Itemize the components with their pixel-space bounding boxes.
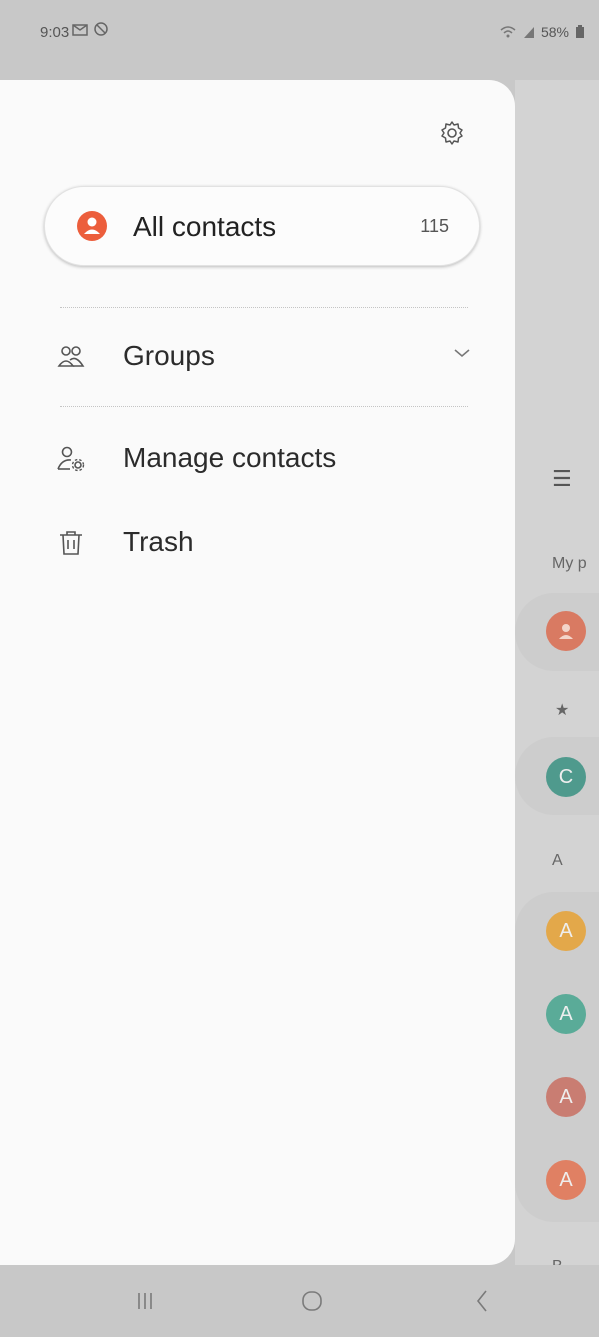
- back-button[interactable]: [452, 1283, 512, 1319]
- contacts-list-background: ☰ My p ★ C A A A A A B: [515, 80, 599, 1265]
- system-status: 58%: [499, 24, 585, 40]
- signal-icon: [523, 27, 534, 38]
- manage-contacts-label: Manage contacts: [123, 442, 337, 473]
- navigation-drawer: All contacts 115 Groups Manage contacts: [0, 80, 515, 1265]
- profile-avatar: [546, 611, 586, 651]
- manage-contacts-icon: [57, 446, 85, 472]
- trash-menu-item[interactable]: Trash: [56, 514, 476, 574]
- status-time: 9:03: [40, 24, 70, 41]
- contact-avatar: A: [546, 911, 586, 951]
- all-contacts-count: 115: [420, 216, 449, 236]
- recent-apps-button[interactable]: [115, 1283, 175, 1319]
- manage-contacts-menu-item[interactable]: Manage contacts: [56, 430, 476, 490]
- notification-icons: [72, 22, 108, 39]
- contact-avatar: C: [546, 757, 586, 797]
- groups-icon: [57, 346, 85, 367]
- gear-icon: [441, 121, 463, 145]
- system-navigation-bar: [0, 1265, 599, 1337]
- home-button[interactable]: [282, 1283, 342, 1319]
- message-icon: [72, 24, 88, 36]
- battery-icon: [576, 25, 584, 38]
- person-icon: [559, 624, 573, 639]
- trash-icon: [60, 531, 82, 555]
- battery-percent: 58%: [540, 24, 569, 40]
- favorites-star-icon: ★: [555, 702, 570, 719]
- status-bar: 9:03 58%: [0, 0, 599, 60]
- chevron-down-icon[interactable]: [452, 346, 472, 360]
- wifi-icon: [500, 26, 516, 38]
- all-contacts-label: All contacts: [133, 211, 277, 242]
- settings-button[interactable]: [433, 114, 471, 152]
- contact-avatar: A: [546, 994, 586, 1034]
- divider: [60, 406, 468, 407]
- person-icon: [84, 217, 100, 234]
- section-header-a: A: [552, 852, 563, 869]
- hamburger-menu-icon[interactable]: ☰: [552, 466, 572, 492]
- all-contacts-button[interactable]: All contacts 115: [44, 186, 480, 266]
- groups-menu-item[interactable]: Groups: [56, 328, 476, 388]
- contact-avatar: A: [546, 1077, 586, 1117]
- divider: [60, 307, 468, 308]
- recent-apps-icon: [138, 1293, 152, 1309]
- contact-avatar: A: [546, 1160, 586, 1200]
- groups-label: Groups: [123, 340, 215, 371]
- trash-label: Trash: [123, 526, 194, 557]
- home-icon: [302, 1291, 322, 1311]
- blocked-icon: [94, 22, 108, 36]
- section-header-b: B: [552, 1258, 563, 1265]
- section-header-my-profile: My p: [552, 555, 587, 572]
- back-arrow-icon: [476, 1290, 487, 1312]
- all-contacts-icon: [77, 211, 107, 241]
